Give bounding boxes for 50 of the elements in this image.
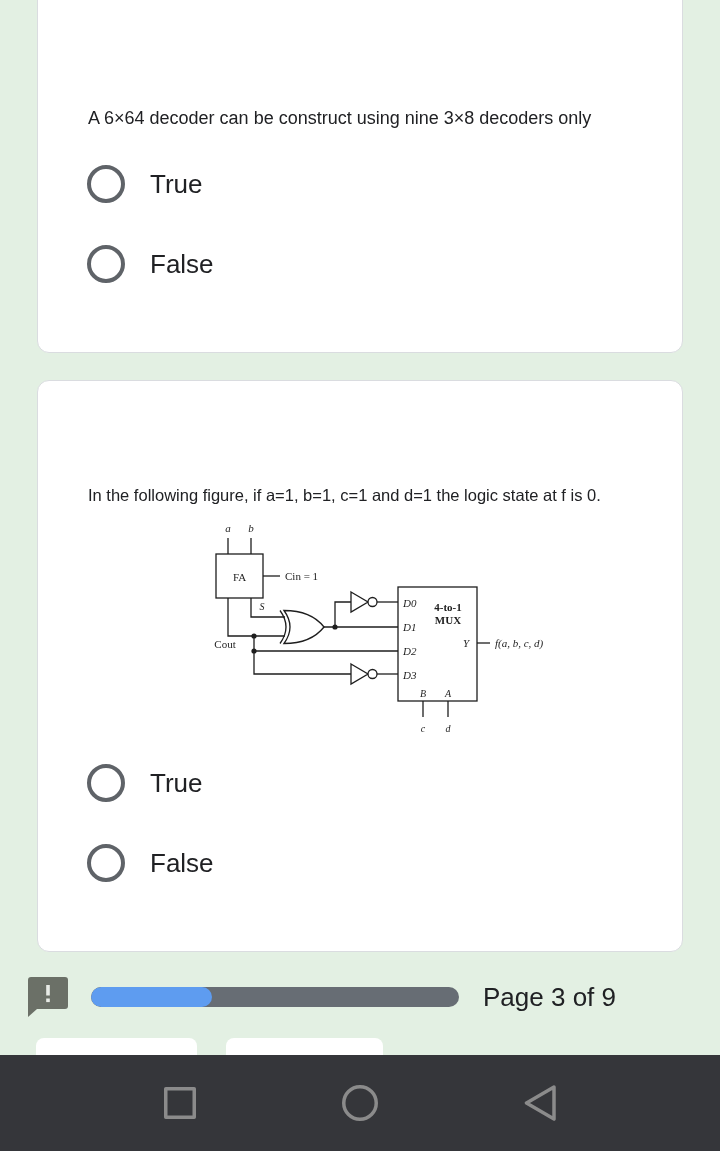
wire [227,537,229,555]
block-label: FA [232,571,247,583]
question-text: A 6×64 decoder can be construct using nine 3×8 decoders only [88,107,593,130]
wire [376,673,399,675]
output-label: f(a, b, c, d) [495,637,544,649]
option-label: True [150,767,203,799]
feedback-icon[interactable] [28,977,68,1017]
radio-button[interactable] [87,165,125,203]
input-label: c [420,723,426,734]
radio-button[interactable] [87,764,125,802]
junction-dot-icon [332,624,338,630]
sum-label: S [259,601,265,612]
wire [376,601,399,603]
carry-in-label: Cin = 1 [285,570,319,582]
wire [476,642,491,644]
pin-label: D0 [403,597,417,609]
pin-label: D2 [403,645,417,657]
wire [250,537,252,555]
pin-label: A [444,688,452,699]
input-label: a [225,522,231,534]
input-label: b [248,522,254,534]
question-text: In the following figure, if a=1, b=1, c=1 and d=1 the logic state at f is 0. [88,485,602,506]
full-adder-block [215,553,264,599]
block-label: 4-to-1 [434,601,462,613]
radio-button[interactable] [87,245,125,283]
junction-dot-icon [251,633,257,639]
radio-button[interactable] [87,844,125,882]
home-button[interactable] [339,1082,381,1124]
wire [422,700,424,718]
option-label: True [150,168,203,200]
not-gate [350,662,378,686]
wire [262,575,281,577]
junction-dot-icon [251,648,257,654]
circle-icon [342,1085,378,1121]
input-label: d [445,723,451,734]
page-indicator: Page 3 of 9 [483,981,616,1013]
block-label: MUX [434,614,462,626]
carry-out-label: Cout [214,638,236,650]
wire [447,700,449,718]
option-label: False [150,847,214,879]
pin-label: B [419,688,427,699]
pin-label: D1 [403,621,417,633]
square-icon [164,1087,196,1119]
not-gate [350,590,378,614]
back-icon [524,1085,556,1121]
option-label: False [150,248,214,280]
pin-label: D3 [403,669,417,681]
xor-gate [279,609,325,645]
pin-label: Y [462,637,470,649]
recent-apps-button[interactable] [161,1084,199,1122]
